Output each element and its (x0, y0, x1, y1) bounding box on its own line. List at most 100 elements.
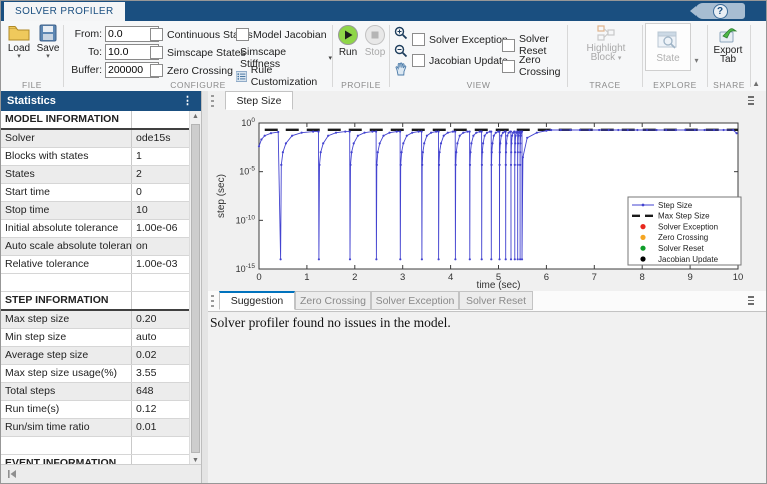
help-button[interactable]: ? (695, 3, 745, 19)
panel-actions-icon[interactable]: ⋮ (182, 94, 193, 107)
solver-profiler-window: SOLVER PROFILER ? Load ▾ Sa (0, 0, 767, 484)
view-checkbox-solver-exception[interactable]: Solver Exception (412, 33, 508, 46)
tabbar-actions-icon[interactable] (748, 296, 754, 305)
svg-text:Max Step Size: Max Step Size (658, 212, 710, 221)
group-explore: State ▾ EXPLORE (643, 21, 707, 91)
checkbox-icon (236, 28, 249, 41)
table-row[interactable]: Total steps648 (1, 383, 201, 401)
step-size-tab-label: Step Size (237, 95, 282, 107)
section-header: MODEL INFORMATION (1, 111, 201, 130)
checkbox-icon (150, 46, 163, 59)
pan-hand-icon[interactable] (393, 61, 408, 76)
checkbox-icon (502, 60, 515, 73)
export-tab-button[interactable]: Export Tab (714, 24, 742, 65)
diagnostics-tabbar: SuggestionZero CrossingSolver ExceptionS… (208, 291, 766, 312)
view-checkbox-zero-crossing[interactable]: Zero Crossing (502, 54, 567, 78)
tab-solver-reset[interactable]: Solver Reset (459, 291, 533, 310)
checkbox-zero-crossing[interactable]: Zero Crossing (150, 64, 233, 77)
section-header: STEP INFORMATION (1, 292, 201, 311)
table-row[interactable]: States2 (1, 166, 201, 184)
state-dropdown-button[interactable]: ▾ (690, 23, 703, 69)
group-view: Solver ExceptionJacobian UpdateSolver Re… (390, 21, 567, 91)
tab-solver-profiler[interactable]: SOLVER PROFILER (4, 2, 125, 21)
statistics-scrollbar[interactable]: ▲ ▼ (189, 111, 201, 467)
group-label-share: SHARE (708, 80, 750, 90)
scroll-up-icon[interactable]: ▲ (190, 111, 201, 123)
group-trace: Highlight Block ▾ TRACE (568, 21, 642, 91)
spacer-row (1, 274, 201, 292)
collapse-ribbon-button[interactable]: ▲ (752, 79, 760, 88)
tab-suggestion[interactable]: Suggestion (219, 291, 295, 310)
tab-zero-crossing[interactable]: Zero Crossing (295, 291, 371, 310)
blocks-icon (595, 24, 617, 42)
step-size-chart[interactable]: 01234567891010010-510-1010-15time (sec)s… (208, 111, 766, 291)
zoom-out-icon[interactable] (393, 43, 408, 58)
svg-text:9: 9 (687, 272, 692, 283)
table-row[interactable]: Max step size usage(%)3.55 (1, 365, 201, 383)
model-jacobian-checkbox[interactable]: Model Jacobian (236, 28, 327, 41)
table-row[interactable]: Average step size0.02 (1, 347, 201, 365)
load-button[interactable]: Load ▾ (5, 24, 33, 60)
from-label: From: (64, 28, 102, 40)
state-button[interactable]: State (645, 23, 691, 71)
table-row[interactable]: Initial absolute tolerance1.00e-06 (1, 220, 201, 238)
run-label: Run (339, 47, 357, 58)
group-label-configure: CONFIGURE (64, 80, 332, 90)
go-to-first-icon[interactable] (7, 469, 17, 479)
stop-icon (364, 24, 386, 46)
statistics-title: Statistics (7, 95, 56, 107)
svg-text:2: 2 (352, 272, 357, 283)
block-label: Block ▾ (591, 52, 622, 63)
export-icon (717, 24, 739, 44)
save-button[interactable]: Save ▾ (34, 24, 62, 60)
to-label: To: (64, 46, 102, 58)
svg-text:Zero Crossing: Zero Crossing (658, 233, 708, 242)
stop-button[interactable]: Stop (361, 24, 389, 58)
run-button[interactable]: Run (334, 24, 362, 58)
chevron-down-icon: ▾ (46, 54, 50, 60)
svg-text:100: 100 (241, 117, 255, 128)
checkbox-icon (412, 54, 425, 67)
table-row[interactable]: Auto scale absolute toleranceon (1, 238, 201, 256)
table-row[interactable]: Max step size0.20 (1, 311, 201, 329)
zoom-in-icon[interactable] (393, 25, 408, 40)
group-configure: From: To: Buffer: Continuous StatesSimsc… (64, 21, 332, 91)
stop-label: Stop (365, 47, 386, 58)
tab-solver-exception[interactable]: Solver Exception (371, 291, 459, 310)
help-icon: ? (713, 4, 728, 19)
table-row[interactable]: Run time(s)0.12 (1, 401, 201, 419)
drag-grip-icon[interactable] (210, 295, 215, 307)
view-checkbox-jacobian-update[interactable]: Jacobian Update (412, 54, 508, 67)
scrollbar-thumb[interactable] (191, 124, 200, 453)
group-file: Load ▾ Save ▾ FILE (1, 21, 63, 91)
drag-grip-icon[interactable] (210, 95, 215, 107)
tabbar-actions-icon[interactable] (748, 96, 754, 105)
group-label-trace: TRACE (568, 80, 642, 90)
svg-text:10-10: 10-10 (236, 214, 256, 225)
suggestion-message: Solver profiler found no issues in the m… (208, 313, 766, 331)
svg-text:0: 0 (256, 272, 261, 283)
svg-text:3: 3 (400, 272, 405, 283)
ribbon: Load ▾ Save ▾ FILE From: To: (1, 21, 766, 92)
table-row[interactable]: Min step sizeauto (1, 329, 201, 347)
checkbox-simscape-states[interactable]: Simscape States (150, 46, 246, 59)
highlight-block-button[interactable]: Highlight Block ▾ (586, 24, 626, 63)
chevron-down-icon: ▾ (694, 56, 698, 65)
table-row[interactable]: Run/sim time ratio0.01 (1, 419, 201, 437)
svg-text:1: 1 (304, 272, 309, 283)
checkbox-icon (150, 28, 163, 41)
table-row[interactable]: Blocks with states1 (1, 148, 201, 166)
statistics-header: Statistics ⋮ (1, 91, 201, 111)
profiler-results-pane: Step Size 01234567891010010-510-1010-15t… (208, 91, 766, 483)
tab-step-size[interactable]: Step Size (225, 91, 293, 110)
suggestion-content: Solver profiler found no issues in the m… (208, 313, 766, 483)
svg-text:10-5: 10-5 (239, 166, 255, 177)
statistics-table: MODEL INFORMATIONSolverode15sBlocks with… (1, 111, 201, 467)
table-row[interactable]: Start time0 (1, 184, 201, 202)
statistics-bottom-bar (1, 464, 201, 483)
save-icon (38, 24, 58, 42)
checkbox-icon (412, 33, 425, 46)
table-row[interactable]: Stop time10 (1, 202, 201, 220)
table-row[interactable]: Solverode15s (1, 130, 201, 148)
table-row[interactable]: Relative tolerance1.00e-03 (1, 256, 201, 274)
